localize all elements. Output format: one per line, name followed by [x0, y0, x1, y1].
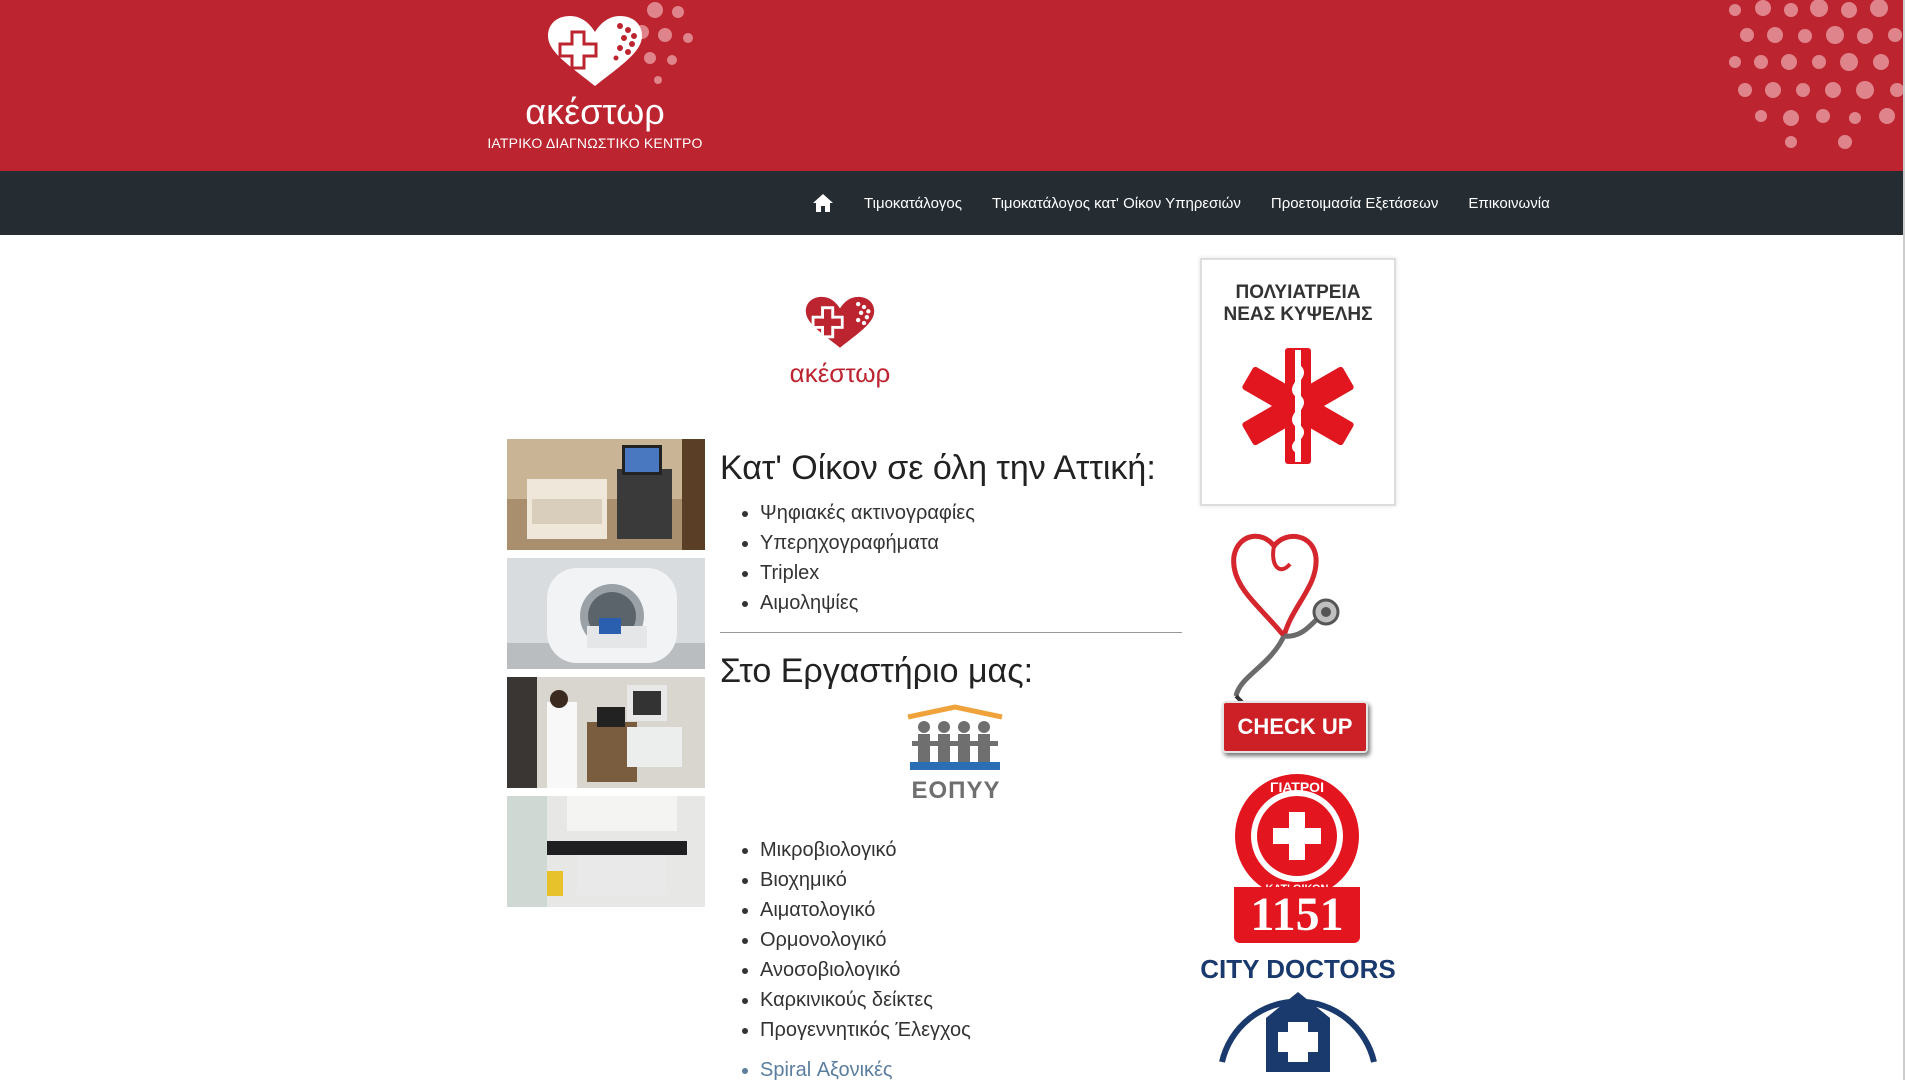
checkup-button[interactable]: CHECK UP: [1222, 701, 1368, 753]
list-item: Υπερηχογραφήματα: [760, 528, 1182, 558]
nav-home-link[interactable]: [812, 193, 834, 213]
home-doctors-emblem-icon: ΓΙΑΤΡΟΙ ΚΑΤ' ΟΙΚΟΝ: [1235, 774, 1359, 898]
site-header: ακέστωρ ΙΑΤΡΙΚΟ ΔΙΑΓΝΩΣΤΙΚΟ ΚΕΝΤΡΟ: [0, 0, 1905, 171]
ultrasound-room-photo: [507, 677, 705, 788]
lab-services-heading: Στο Εργαστήριο μας:: [720, 652, 1034, 690]
list-item: Αιμοληψίες: [760, 588, 1182, 618]
content-logo: ακέστωρ: [780, 292, 900, 402]
photo-column: [507, 439, 705, 915]
home-services-heading: Κατ' Οίκον σε όλη την Αττική:: [720, 449, 1156, 487]
list-item: Βιοχημικό: [760, 865, 1182, 895]
emblem-top-text: ΓΙΑΤΡΟΙ: [1270, 779, 1324, 795]
home-services-list: Ψηφιακές ακτινογραφίες Υπερηχογραφήματα …: [720, 498, 1182, 618]
home-icon: [813, 194, 833, 212]
spiral-ct-link[interactable]: Spiral Αξονικές: [760, 1055, 1182, 1085]
exam-bed-photo: [507, 796, 705, 907]
city-doctors-logo-icon: CITY DOCTORS: [1200, 954, 1396, 1072]
brand-logo[interactable]: ακέστωρ ΙΑΤΡΙΚΟ ΔΙΑΓΝΩΣΤΙΚΟ ΚΕΝΤΡΟ: [480, 14, 710, 164]
divider: [720, 632, 1182, 633]
brand-subtitle: ΙΑΤΡΙΚΟ ΔΙΑΓΝΩΣΤΙΚΟ ΚΕΝΤΡΟ: [487, 135, 703, 151]
more-services-list: Spiral Αξονικές: [720, 1055, 1182, 1085]
nav-item-home-pricelist[interactable]: Τιμοκατάλογος κατ' Οίκον Υπηρεσιών: [992, 195, 1241, 212]
list-item: Προγεννητικός Έλεγχος: [760, 1015, 1182, 1045]
xray-room-photo: [507, 439, 705, 550]
list-item: Μικροβιολογικό: [760, 835, 1182, 865]
heart-cross-icon: [548, 16, 642, 86]
heart-cross-icon: [805, 296, 875, 348]
star-of-life-icon: [1242, 348, 1354, 464]
list-item: Καρκινικούς δείκτες: [760, 985, 1182, 1015]
eopyy-label: ΕΟΠΥΥ: [911, 777, 1001, 804]
checkup-banner[interactable]: CHECK UP: [1200, 526, 1396, 766]
nav-item-contact[interactable]: Επικοινωνία: [1468, 195, 1549, 212]
stethoscope-heart-icon: [1231, 533, 1340, 704]
brand-name: ακέστωρ: [525, 91, 665, 132]
home-doctors-banner[interactable]: ΓΙΑΤΡΟΙ ΚΑΤ' ΟΙΚΟΝ 1151: [1200, 772, 1396, 952]
city-doctors-text: CITY DOCTORS: [1200, 954, 1396, 984]
polyclinic-banner[interactable]: ΠΟΛΥΙΑΤΡΕΙΑ ΝΕΑΣ ΚΥΨΕΛΗΣ: [1200, 258, 1396, 506]
main-navigation: Τιμοκατάλογος Τιμοκατάλογος κατ' Οίκον Υ…: [0, 171, 1905, 235]
list-item: Ορμονολογικό: [760, 925, 1182, 955]
list-item: Ανοσοβιολογικό: [760, 955, 1182, 985]
nav-menu: Τιμοκατάλογος Τιμοκατάλογος κατ' Οίκον Υ…: [812, 171, 1580, 235]
ct-scanner-photo: [507, 558, 705, 669]
list-item: Ψηφιακές ακτινογραφίες: [760, 498, 1182, 528]
home-doctors-number: 1151: [1234, 887, 1360, 943]
main-content: Κατ' Οίκον σε όλη την Αττική: Ψηφιακές α…: [720, 448, 1182, 1085]
lab-services-list: Μικροβιολογικό Βιοχημικό Αιματολογικό Ορ…: [720, 835, 1182, 1045]
list-item: Triplex: [760, 558, 1182, 588]
list-item: Αιματολογικό: [760, 895, 1182, 925]
nav-item-exam-preparation[interactable]: Προετοιμασία Εξετάσεων: [1271, 195, 1438, 212]
banner-title: ΠΟΛΥΙΑΤΡΕΙΑ ΝΕΑΣ ΚΥΨΕΛΗΣ: [1223, 282, 1373, 325]
nav-item-pricelist[interactable]: Τιμοκατάλογος: [864, 195, 962, 212]
decorative-dots: [1729, 0, 1904, 149]
city-doctors-banner[interactable]: CITY DOCTORS: [1200, 952, 1396, 1072]
content-logo-text: ακέστωρ: [789, 358, 891, 388]
sidebar: ΠΟΛΥΙΑΤΡΕΙΑ ΝΕΑΣ ΚΥΨΕΛΗΣ CHECK UP ΓΙΑΤΡΟ…: [1200, 258, 1396, 1072]
